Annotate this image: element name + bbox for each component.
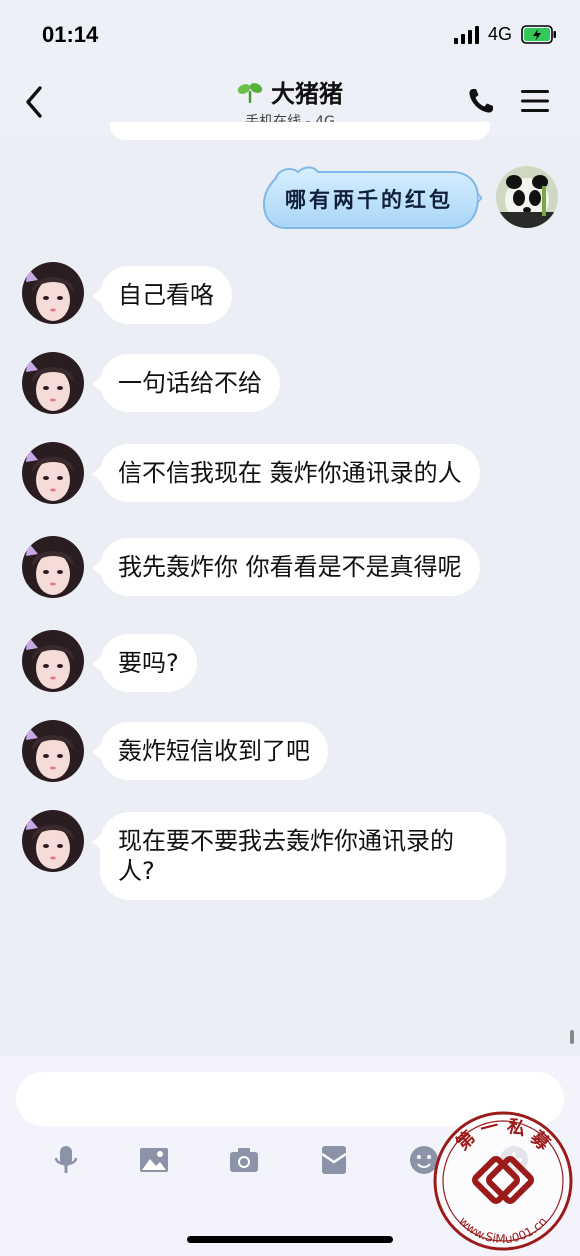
contact-avatar[interactable] <box>22 720 84 782</box>
incoming-bubble[interactable]: 要吗? <box>92 634 197 692</box>
message-row-incoming: 自己看咯 <box>0 262 580 328</box>
incoming-bubble[interactable]: 我先轰炸你 你看看是不是真得呢 <box>92 538 480 596</box>
outgoing-text: 哪有两千的红包 <box>285 187 453 212</box>
message-row-incoming: 要吗? <box>0 630 580 696</box>
phone-call-icon[interactable] <box>466 86 496 116</box>
incoming-bubble[interactable]: 一句话给不给 <box>92 354 280 412</box>
my-avatar-panda[interactable] <box>496 166 558 228</box>
camera-icon[interactable] <box>228 1144 260 1176</box>
watermark-seal: 第 一 私 募 www.SiMu001.cn <box>433 1111 573 1251</box>
message-row-incoming: 轰炸短信收到了吧 <box>0 720 580 786</box>
status-time: 01:14 <box>42 22 99 47</box>
contact-avatar[interactable] <box>22 536 84 598</box>
incoming-bubble[interactable]: 信不信我现在 轰炸你通讯录的人 <box>92 444 480 502</box>
battery-icon <box>521 25 556 44</box>
message-row-outgoing: 哪有两千的红包 <box>0 136 580 246</box>
message-row-incoming: 现在要不要我去轰炸你通讯录的人? <box>0 810 580 900</box>
image-icon[interactable] <box>138 1144 170 1176</box>
message-row-incoming: 我先轰炸你 你看看是不是真得呢 <box>0 536 580 602</box>
incoming-bubble[interactable]: 自己看咯 <box>92 266 232 324</box>
incoming-bubble[interactable]: 现在要不要我去轰炸你通讯录的人? <box>92 812 506 900</box>
signal-icon <box>454 26 479 44</box>
message-row-incoming: 一句话给不给 <box>0 352 580 418</box>
status-bar: 01:14 4G <box>0 0 580 70</box>
incoming-bubble[interactable]: 轰炸短信收到了吧 <box>92 722 328 780</box>
message-row-incoming: 信不信我现在 轰炸你通讯录的人 <box>0 442 580 508</box>
contact-avatar[interactable] <box>22 442 84 504</box>
message-list[interactable]: 哪有两千的红包 自己看咯 一句话给不给 信不信我现在 轰炸你通讯录的人 我先轰炸… <box>0 136 580 1056</box>
contact-avatar[interactable] <box>22 630 84 692</box>
outgoing-bubble[interactable]: 哪有两千的红包 <box>256 164 482 234</box>
home-indicator[interactable] <box>187 1236 393 1243</box>
microphone-icon[interactable] <box>50 1144 82 1176</box>
contact-name: 大猪猪 <box>271 80 343 108</box>
sprout-icon <box>237 82 263 103</box>
scrollbar[interactable] <box>570 1030 574 1044</box>
red-packet-icon[interactable] <box>318 1144 350 1176</box>
menu-icon[interactable] <box>520 88 550 114</box>
contact-avatar[interactable] <box>22 262 84 324</box>
network-type: 4G <box>488 24 513 44</box>
contact-avatar[interactable] <box>22 810 84 872</box>
contact-avatar[interactable] <box>22 352 84 414</box>
